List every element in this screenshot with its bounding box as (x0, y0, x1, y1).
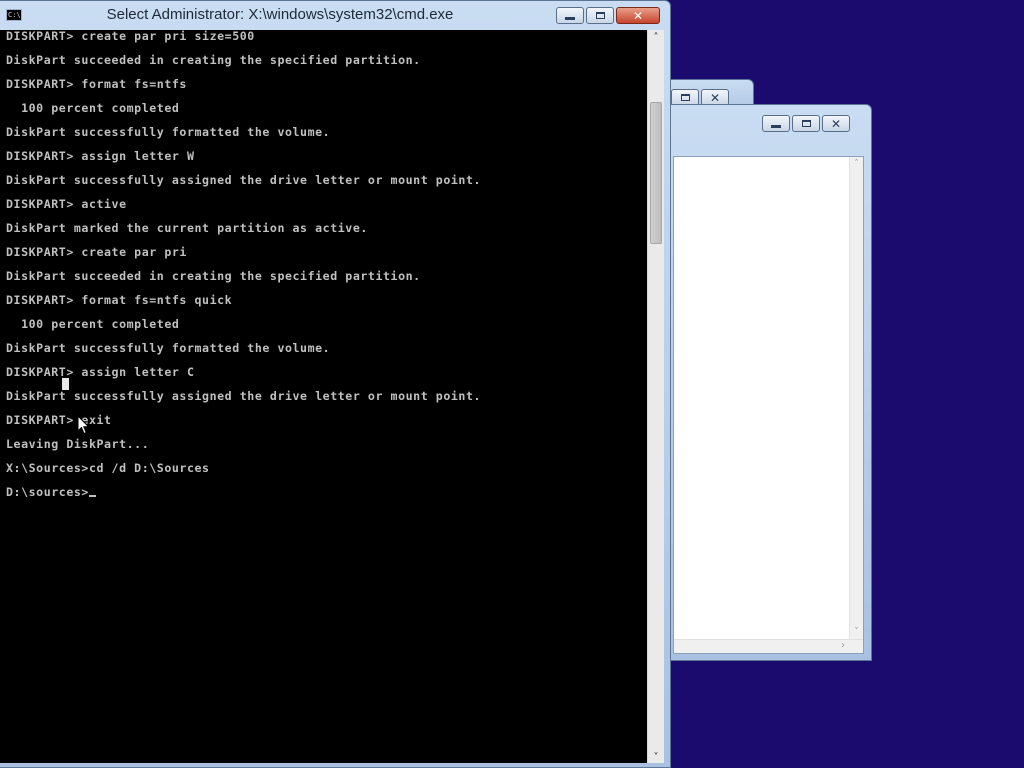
console-line-text: DiskPart succeeded in creating the speci… (6, 269, 421, 283)
console-line-text: 100 percent completed (6, 101, 180, 115)
console-line-text: DiskPart successfully formatted the volu… (6, 341, 331, 355)
maximize-icon (801, 120, 811, 127)
console-line: 100 percent completed (6, 318, 481, 342)
console-line-text: DISKPART> exit (6, 413, 112, 427)
console-line: DiskPart successfully formatted the volu… (6, 342, 481, 366)
console-line-text: DISKPART> create par pri (6, 245, 187, 259)
minimize-button[interactable] (556, 7, 584, 24)
scroll-thumb[interactable] (650, 102, 662, 244)
maximize-button[interactable] (792, 115, 820, 132)
console-lines: DISKPART> create par pri size=500 DiskPar… (6, 30, 481, 510)
window-client-area[interactable]: ˄ ˅ › (673, 156, 864, 654)
scroll-down-icon[interactable]: ˅ (850, 627, 863, 637)
console-line: DiskPart marked the current partition as… (6, 222, 481, 246)
console-line: DiskPart succeeded in creating the speci… (6, 270, 481, 294)
mouse-pointer-icon (77, 415, 90, 435)
scroll-right-icon[interactable]: › (841, 640, 845, 651)
horizontal-scrollbar[interactable]: › (674, 639, 863, 653)
console-line-text: D:\sources> (6, 485, 89, 499)
vertical-scrollbar[interactable]: ˄ ˅ (849, 157, 863, 639)
console-line-text: DiskPart successfully formatted the volu… (6, 125, 331, 139)
close-icon: ✕ (830, 116, 842, 131)
console-line: DISKPART> assign letter C (6, 366, 481, 390)
console-line-text: Leaving DiskPart... (6, 437, 150, 451)
console-line: Leaving DiskPart... (6, 438, 481, 462)
close-button[interactable]: ✕ (616, 7, 660, 24)
console-line: DiskPart successfully assigned the drive… (6, 390, 481, 414)
console-line-text: DISKPART> active (6, 197, 127, 211)
console-output[interactable]: DISKPART> create par pri size=500 DiskPar… (0, 30, 647, 763)
console-line: DISKPART> active (6, 198, 481, 222)
minimize-icon (771, 125, 781, 128)
console-line-text: DISKPART> assign letter C (6, 365, 195, 379)
text-cursor (88, 495, 96, 497)
scroll-up-icon[interactable]: ˄ (850, 159, 863, 169)
caption-buttons: ✕ (762, 115, 850, 132)
title-bar[interactable]: C:\ Select Administrator: X:\windows\sys… (0, 1, 670, 30)
console-line-text: 100 percent completed (6, 317, 180, 331)
caption-buttons: ✕ (556, 7, 660, 24)
background-window-front[interactable]: ✕ ˄ ˅ › (664, 104, 872, 661)
scroll-down-icon[interactable]: ˅ (648, 752, 664, 763)
console-line-text: DiskPart marked the current partition as… (6, 221, 368, 235)
console-line-text: DISKPART> create par pri size=500 (6, 30, 255, 43)
close-icon: ✕ (709, 90, 721, 105)
console-line-text: DISKPART> assign letter W (6, 149, 195, 163)
console-line-text: DiskPart successfully assigned the drive… (6, 389, 482, 403)
console-vertical-scrollbar[interactable]: ˄ ˅ (647, 30, 664, 763)
restore-button[interactable] (586, 7, 614, 24)
console-line: 100 percent completed (6, 102, 481, 126)
selection-mark-cursor (62, 378, 69, 390)
console-line-text: DiskPart successfully assigned the drive… (6, 173, 482, 187)
console-line: DISKPART> format fs=ntfs (6, 78, 481, 102)
console-line: DISKPART> format fs=ntfs quick (6, 294, 481, 318)
close-button[interactable]: ✕ (822, 115, 850, 132)
cmd-window[interactable]: C:\ Select Administrator: X:\windows\sys… (0, 0, 671, 768)
minimize-icon (565, 17, 575, 20)
console-line: DISKPART> create par pri (6, 246, 481, 270)
close-icon: ✕ (632, 8, 644, 23)
console-line: DiskPart succeeded in creating the speci… (6, 54, 481, 78)
console-line: X:\Sources>cd /d D:\Sources (6, 462, 481, 486)
minimize-button[interactable] (762, 115, 790, 132)
console-line-text: X:\Sources>cd /d D:\Sources (6, 461, 210, 475)
console-line: DISKPART> create par pri size=500 (6, 30, 481, 54)
console-line: D:\sources> (6, 486, 481, 510)
console-line: DiskPart successfully formatted the volu… (6, 126, 481, 150)
restore-icon (680, 94, 690, 101)
console-line-text: DISKPART> format fs=ntfs quick (6, 293, 233, 307)
scroll-up-icon[interactable]: ˄ (648, 32, 664, 43)
window-title: Select Administrator: X:\windows\system3… (106, 6, 454, 23)
restore-icon (595, 12, 605, 19)
console-line: DISKPART> assign letter W (6, 150, 481, 174)
console-line-text: DiskPart succeeded in creating the speci… (6, 53, 421, 67)
console-line-text: DISKPART> format fs=ntfs (6, 77, 187, 91)
console-line: DiskPart successfully assigned the drive… (6, 174, 481, 198)
